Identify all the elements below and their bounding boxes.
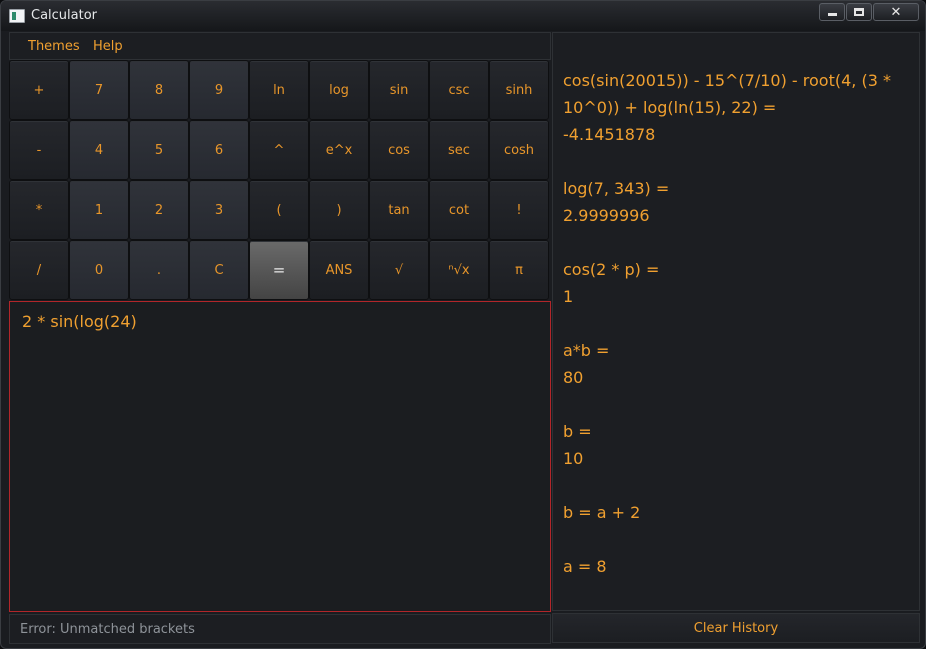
history-entry[interactable]: b = 10: [563, 418, 909, 472]
menu-themes[interactable]: Themes: [28, 39, 80, 54]
calculator-panel: Themes Help + 7 8 9 ln log sin csc sinh …: [9, 32, 551, 644]
title-bar[interactable]: Calculator ✕: [1, 1, 925, 31]
key-sec[interactable]: sec: [429, 120, 489, 180]
history-entry[interactable]: a = 8: [563, 553, 909, 580]
history-panel: cos(sin(20015)) - 15^(7/10) - root(4, (3…: [552, 32, 920, 644]
key-exp[interactable]: e^x: [309, 120, 369, 180]
key-open-paren[interactable]: (: [249, 180, 309, 240]
key-ln[interactable]: ln: [249, 60, 309, 120]
key-clear[interactable]: C: [189, 240, 249, 300]
history-expression: a = 8: [563, 557, 607, 576]
history-expression: a*b =: [563, 341, 610, 360]
calculator-window: Calculator ✕ Themes Help + 7 8 9 ln log …: [0, 0, 926, 649]
history-entry[interactable]: cos(2 * p) = 1: [563, 256, 909, 310]
clear-history-button[interactable]: Clear History: [552, 613, 920, 643]
menu-bar: Themes Help: [9, 32, 551, 60]
key-7[interactable]: 7: [69, 60, 129, 120]
key-power[interactable]: ^: [249, 120, 309, 180]
key-5[interactable]: 5: [129, 120, 189, 180]
key-cos[interactable]: cos: [369, 120, 429, 180]
history-entry[interactable]: b = a + 2: [563, 499, 909, 526]
history-result: -4.1451878: [563, 125, 656, 144]
key-tan[interactable]: tan: [369, 180, 429, 240]
minimize-icon: [827, 13, 837, 16]
expression-input[interactable]: 2 * sin(log(24): [9, 301, 551, 612]
history-entry[interactable]: log(7, 343) = 2.9999996: [563, 175, 909, 229]
history-result: 80: [563, 368, 584, 387]
expression-text: 2 * sin(log(24): [22, 312, 137, 331]
key-cosh[interactable]: cosh: [489, 120, 549, 180]
maximize-icon: [854, 8, 864, 16]
history-entry[interactable]: a*b = 80: [563, 337, 909, 391]
key-close-paren[interactable]: ): [309, 180, 369, 240]
key-equals[interactable]: =: [249, 240, 309, 300]
key-csc[interactable]: csc: [429, 60, 489, 120]
key-8[interactable]: 8: [129, 60, 189, 120]
key-4[interactable]: 4: [69, 120, 129, 180]
key-sin[interactable]: sin: [369, 60, 429, 120]
minimize-button[interactable]: [819, 3, 845, 21]
key-ans[interactable]: ANS: [309, 240, 369, 300]
status-message: Error: Unmatched brackets: [20, 622, 195, 637]
history-expression: log(7, 343) =: [563, 179, 670, 198]
close-icon: ✕: [890, 4, 902, 20]
key-minus[interactable]: -: [9, 120, 69, 180]
calculator-app-icon: [9, 9, 25, 23]
history-result: 2.9999996: [563, 206, 650, 225]
key-nth-root[interactable]: ⁿ√x: [429, 240, 489, 300]
menu-help[interactable]: Help: [93, 39, 123, 54]
window-controls: ✕: [819, 3, 919, 21]
history-result: 1: [563, 287, 574, 306]
key-9[interactable]: 9: [189, 60, 249, 120]
status-bar: Error: Unmatched brackets: [9, 614, 551, 644]
keypad: + 7 8 9 ln log sin csc sinh - 4 5 6 ^ e^…: [9, 60, 551, 300]
window-title: Calculator: [31, 8, 98, 23]
key-cot[interactable]: cot: [429, 180, 489, 240]
key-factorial[interactable]: !: [489, 180, 549, 240]
history-result: 10: [563, 449, 584, 468]
key-2[interactable]: 2: [129, 180, 189, 240]
history-expression: cos(sin(20015)) - 15^(7/10) - root(4, (3…: [563, 71, 891, 117]
close-button[interactable]: ✕: [873, 3, 919, 21]
key-decimal[interactable]: .: [129, 240, 189, 300]
key-sqrt[interactable]: √: [369, 240, 429, 300]
history-expression: b = a + 2: [563, 503, 641, 522]
key-divide[interactable]: /: [9, 240, 69, 300]
history-expression: b =: [563, 422, 592, 441]
key-3[interactable]: 3: [189, 180, 249, 240]
key-multiply[interactable]: *: [9, 180, 69, 240]
key-6[interactable]: 6: [189, 120, 249, 180]
key-0[interactable]: 0: [69, 240, 129, 300]
maximize-button[interactable]: [846, 3, 872, 21]
key-sinh[interactable]: sinh: [489, 60, 549, 120]
history-entry[interactable]: cos(sin(20015)) - 15^(7/10) - root(4, (3…: [563, 67, 909, 148]
key-pi[interactable]: π: [489, 240, 549, 300]
key-1[interactable]: 1: [69, 180, 129, 240]
key-plus[interactable]: +: [9, 60, 69, 120]
history-list[interactable]: cos(sin(20015)) - 15^(7/10) - root(4, (3…: [552, 32, 920, 611]
history-expression: cos(2 * p) =: [563, 260, 660, 279]
key-log[interactable]: log: [309, 60, 369, 120]
